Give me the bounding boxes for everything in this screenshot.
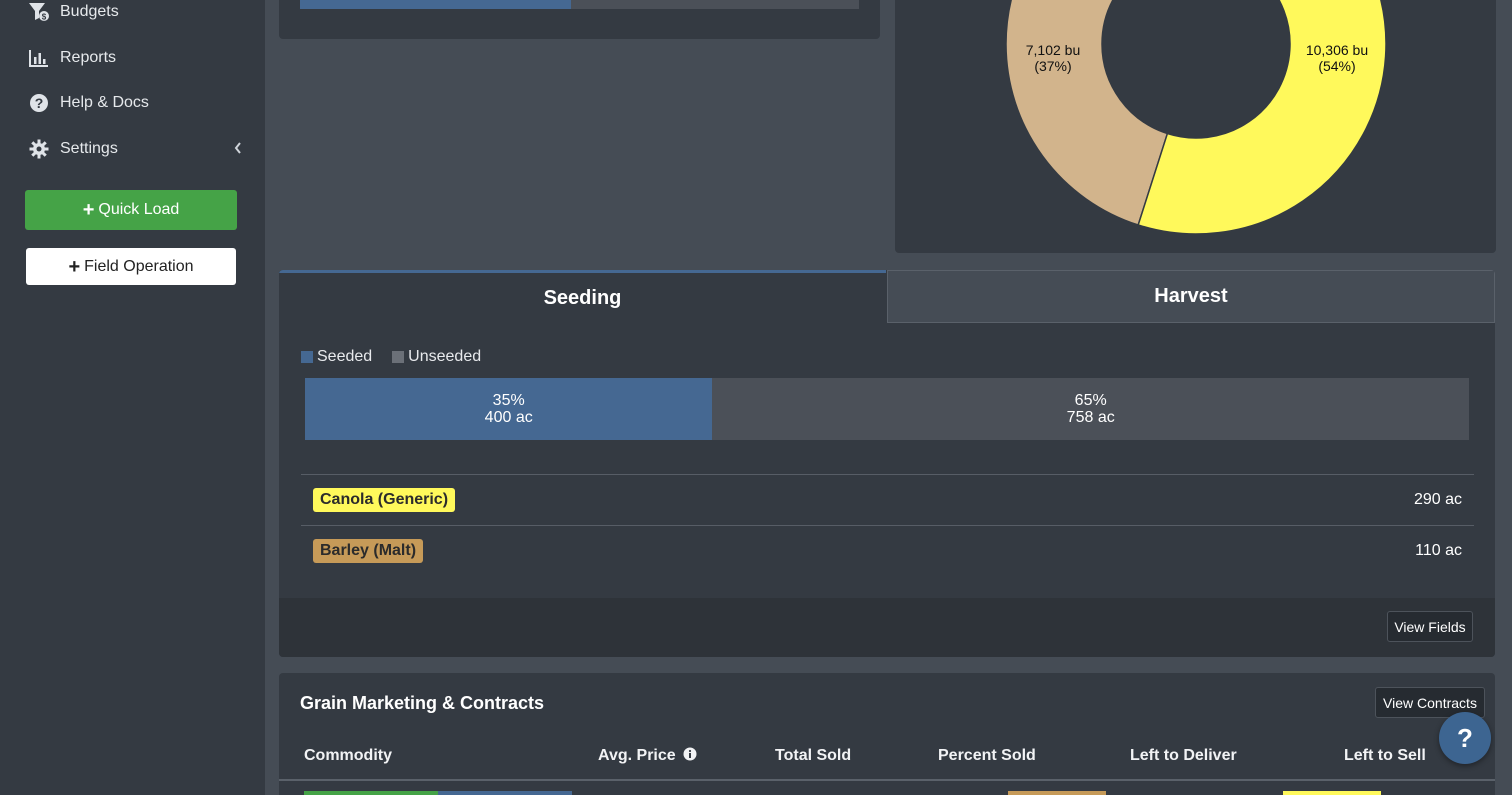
crop-acres: 110 ac [1415, 542, 1462, 559]
plus-icon: + [82, 199, 95, 221]
table-row-stub [1008, 791, 1106, 795]
svg-text:?: ? [35, 95, 44, 111]
seeding-legend: Seeded Unseeded [301, 348, 501, 366]
question-circle-icon: ? [28, 92, 50, 114]
info-icon[interactable] [683, 747, 697, 761]
column-header-total-sold[interactable]: Total Sold [775, 747, 851, 765]
top-progress-panel [279, 0, 880, 39]
legend-swatch [392, 351, 405, 363]
seeding-card: Seeding Harvest Seeded Unseeded 35% 400 … [279, 270, 1495, 657]
column-header-left-to-sell[interactable]: Left to Sell [1344, 747, 1426, 765]
sidebar-item-label: Settings [60, 140, 118, 157]
grain-marketing-title: Grain Marketing & Contracts [300, 693, 545, 713]
legend-item-seeded[interactable]: Seeded [301, 348, 372, 366]
donut-chart-panel: 7,102 bu (37%) 10,306 bu (54%) [895, 0, 1496, 253]
table-row-stub [438, 791, 572, 795]
budget-filter-icon: $ [28, 1, 50, 23]
donut-slice-canola[interactable] [1137, 0, 1387, 235]
donut-label-barley: 7,102 bu (37%) [1017, 42, 1089, 74]
legend-label: Seeded [317, 348, 373, 365]
column-header-commodity[interactable]: Commodity [304, 747, 392, 765]
bar-chart-icon [28, 47, 50, 69]
tab-seeding[interactable]: Seeding [279, 270, 886, 323]
donut-label-canola: 10,306 bu (54%) [1297, 42, 1377, 74]
legend-label: Unseeded [408, 348, 482, 365]
chevron-left-icon [233, 141, 243, 160]
crop-badge-canola: Canola (Generic) [313, 488, 456, 512]
segment-pct: 35% [492, 392, 525, 409]
view-fields-button[interactable]: View Fields [1387, 611, 1473, 642]
table-row-stub [304, 791, 438, 795]
field-operation-button[interactable]: + Field Operation [26, 248, 236, 285]
donut-label-value: 10,306 bu [1305, 42, 1369, 58]
tab-label: Seeding [543, 286, 622, 309]
help-fab-button[interactable]: ? [1439, 712, 1491, 764]
sidebar-item-label: Help & Docs [60, 94, 149, 111]
seeding-footer: View Fields [279, 598, 1495, 657]
progress-segment-seeded[interactable]: 35% 400 ac [305, 378, 713, 440]
donut-label-pct: (37%) [1034, 58, 1072, 74]
sidebar-item-label: Budgets [60, 3, 119, 20]
seeding-progress-bar: 35% 400 ac 65% 758 ac [305, 378, 1469, 440]
segment-acres: 758 ac [1066, 409, 1115, 426]
donut-slice-barley[interactable] [1005, 0, 1169, 226]
table-row-stub [1283, 791, 1381, 795]
grain-marketing-card: Grain Marketing & Contracts View Contrac… [279, 673, 1495, 795]
column-header-left-to-deliver[interactable]: Left to Deliver [1130, 747, 1237, 765]
donut-label-pct: (54%) [1318, 58, 1356, 74]
legend-item-unseeded[interactable]: Unseeded [392, 348, 481, 366]
crop-acres: 290 ac [1413, 491, 1462, 508]
crop-row: Canola (Generic) 290 ac [301, 474, 1474, 525]
legend-swatch [301, 351, 313, 363]
column-header-avg-price[interactable]: Avg. Price [598, 747, 697, 765]
top-progress-fill [300, 0, 572, 9]
sidebar-item-reports[interactable]: Reports [28, 43, 243, 73]
quick-load-button[interactable]: + Quick Load [25, 190, 237, 230]
plus-icon: + [68, 255, 81, 278]
sidebar-item-help-docs[interactable]: ? Help & Docs [28, 88, 243, 118]
segment-pct: 65% [1074, 392, 1107, 409]
crop-badge-barley: Barley (Malt) [313, 539, 424, 563]
svg-text:$: $ [42, 13, 47, 22]
donut-chart [1005, 0, 1387, 235]
gear-icon [28, 138, 50, 160]
donut-label-value: 7,102 bu [1025, 42, 1081, 58]
field-operation-label: Field Operation [84, 257, 194, 275]
tab-harvest[interactable]: Harvest [887, 270, 1495, 323]
segment-acres: 400 ac [484, 409, 533, 426]
quick-load-label: Quick Load [98, 201, 180, 218]
crop-row: Barley (Malt) 110 ac [301, 525, 1474, 576]
progress-segment-unseeded[interactable]: 65% 758 ac [712, 378, 1469, 440]
tab-label: Harvest [1154, 285, 1228, 307]
sidebar-item-settings[interactable]: Settings [28, 134, 243, 164]
sidebar-item-label: Reports [60, 49, 117, 66]
grain-table-header: Commodity Avg. Price Total Sold Percent … [279, 731, 1495, 781]
column-header-label: Avg. Price [598, 747, 676, 764]
top-progress-bar [300, 0, 859, 9]
question-icon: ? [1457, 722, 1473, 753]
column-header-percent-sold[interactable]: Percent Sold [938, 747, 1036, 765]
sidebar-item-budgets[interactable]: $ Budgets [28, 0, 243, 27]
sidebar: $ Budgets Reports ? Help & Docs Settings… [0, 0, 265, 795]
